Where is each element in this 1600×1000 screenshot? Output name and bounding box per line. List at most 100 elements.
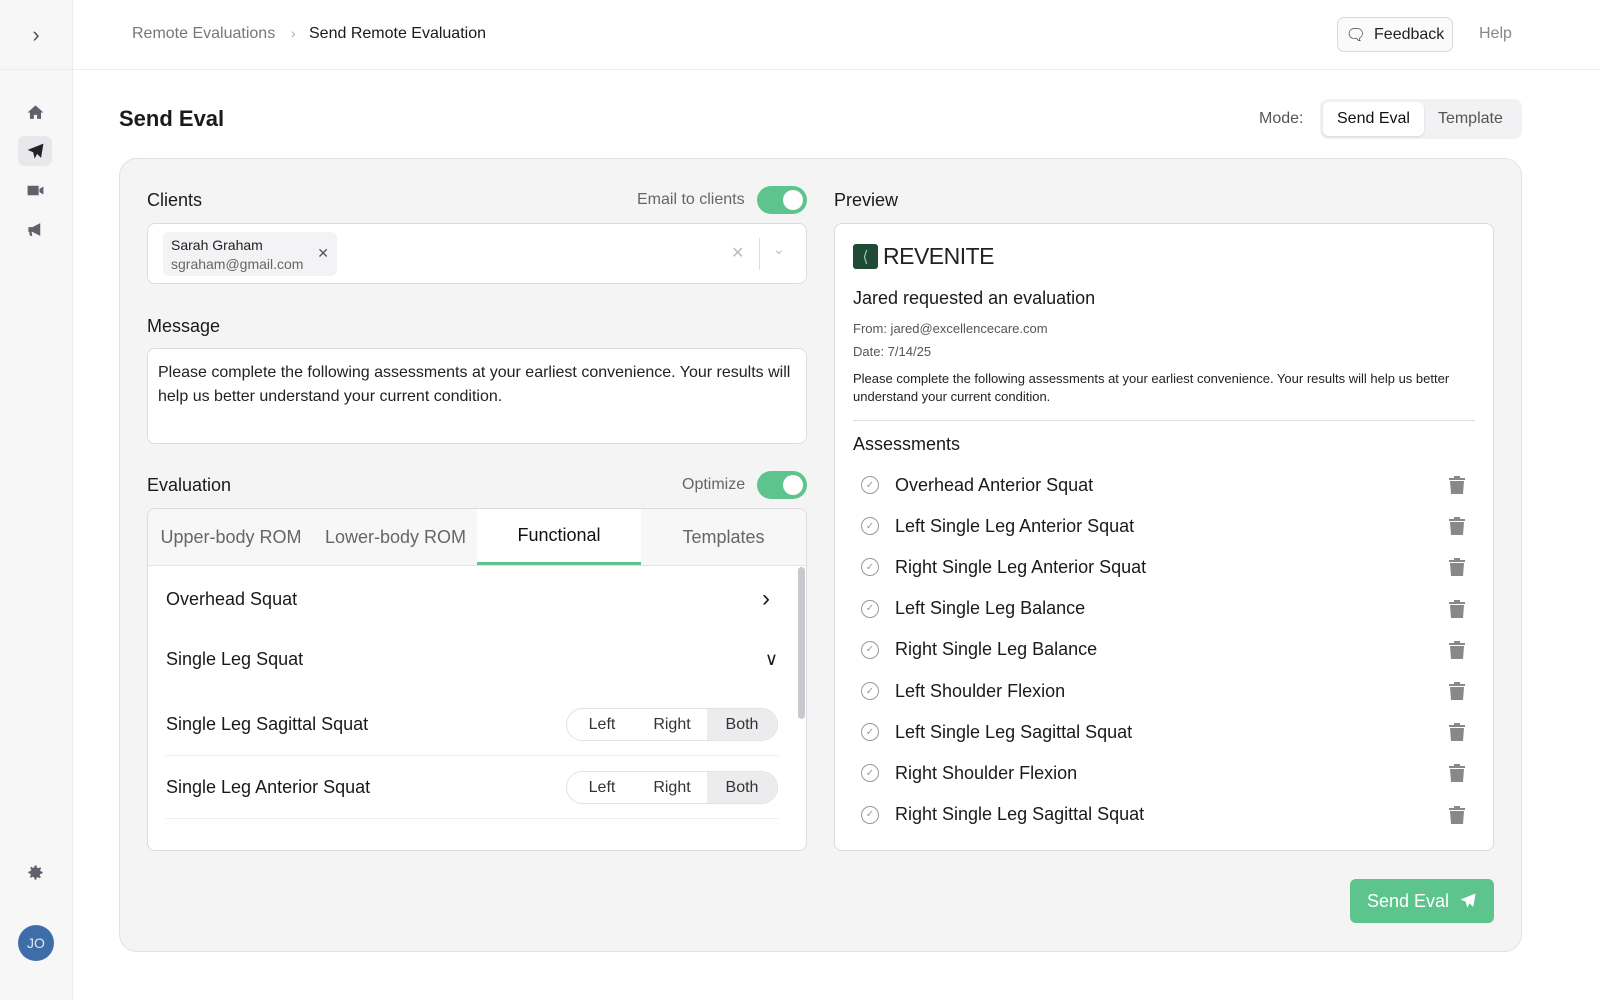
option-left[interactable]: Left [567,709,637,740]
send-icon [26,142,45,161]
check-circle-icon: ✓ [861,600,879,618]
check-circle-icon: ✓ [861,476,879,494]
option-both[interactable]: Both [707,772,777,803]
optimize-label: Optimize [682,476,745,494]
avatar[interactable]: JO [18,925,54,961]
logo-icon: ⟨ [853,244,878,269]
settings-button[interactable] [18,857,52,887]
client-name: Sarah Graham [171,237,329,253]
assessment-label: Left Single Leg Sagittal Squat [895,722,1449,743]
check-circle-icon: ✓ [861,806,879,824]
home-icon [26,103,45,122]
option-right[interactable]: Right [637,772,707,803]
tab-functional[interactable]: Functional [477,509,641,565]
clients-label: Clients [147,190,202,211]
evaluation-label: Evaluation [147,475,231,496]
trash-icon[interactable] [1449,764,1465,782]
option-left[interactable]: Left [567,772,637,803]
check-circle-icon: ✓ [861,764,879,782]
video-icon [26,181,45,200]
item-label: Single Leg Anterior Squat [166,777,370,798]
option-both[interactable]: Both [707,709,777,740]
evaluation-panel: Upper-body ROM Lower-body ROM Functional… [147,508,807,851]
preview-title: Jared requested an evaluation [853,288,1095,309]
trash-icon[interactable] [1449,476,1465,494]
assessment-item: ✓ Right Shoulder Flexion [861,761,1465,785]
message-label: Message [147,316,220,337]
email-to-clients-toggle[interactable] [757,186,807,214]
brand-name: REVENITE [883,243,994,270]
email-toggle-label: Email to clients [637,191,745,209]
group-overhead-squat[interactable]: Overhead Squat› [166,585,778,613]
assessment-item: ✓ Left Single Leg Balance [861,597,1465,621]
chat-icon: 🗨 [1346,25,1366,45]
gear-icon [26,863,45,882]
breadcrumb-parent[interactable]: Remote Evaluations [132,25,275,43]
assessment-label: Overhead Anterior Squat [895,475,1449,496]
preview-from: From: jared@excellencecare.com [853,321,1048,336]
send-eval-card: Clients Email to clients Sarah Graham sg… [119,158,1522,952]
assessment-item: ✓Left Single Leg Anterior Squat [861,514,1465,538]
clear-icon[interactable]: ✕ [731,243,744,263]
breadcrumb-separator-icon: › [291,25,296,41]
assessments-heading: Assessments [853,434,960,455]
feedback-label: Feedback [1374,26,1444,44]
assessment-item: ✓ Overhead Anterior Squat [861,473,1465,497]
sidebar-item-video[interactable] [18,175,52,205]
send-eval-button[interactable]: Send Eval [1350,879,1494,923]
chevron-down-icon[interactable]: ⌄ [773,241,785,258]
assessment-label: Right Single Leg Sagittal Squat [895,804,1449,825]
assessment-item: ✓Right Single Leg Balance [861,638,1465,662]
page-title: Send Eval [119,106,224,132]
sidebar-item-announcements[interactable] [18,214,52,244]
message-textarea[interactable]: Please complete the following assessment… [147,348,807,444]
group-single-leg-squat[interactable]: Single Leg Squat ∨ [166,649,778,670]
side-selector: LeftRightBoth [566,771,778,804]
chevron-down-icon: ∨ [765,649,778,670]
item-single-leg-anterior-squat: Single Leg Anterior Squat LeftRightBoth [166,771,778,819]
mode-send-eval[interactable]: Send Eval [1323,102,1424,136]
chevron-right-icon: › [32,22,39,48]
assessment-label: Left Single Leg Anterior Squat [895,516,1449,537]
mode-template[interactable]: Template [1424,102,1517,136]
feedback-button[interactable]: 🗨 Feedback [1337,17,1453,52]
optimize-toggle[interactable] [757,471,807,499]
preview-message: Please complete the following assessment… [853,370,1478,406]
assessment-item: ✓Left Single Leg Sagittal Squat [861,720,1465,744]
expand-sidebar-button[interactable]: › [0,0,72,70]
trash-icon[interactable] [1449,558,1465,576]
scrollbar[interactable] [798,567,805,719]
remove-client-icon[interactable]: ✕ [317,245,329,262]
trash-icon[interactable] [1449,723,1465,741]
trash-icon[interactable] [1449,682,1465,700]
check-circle-icon: ✓ [861,641,879,659]
trash-icon[interactable] [1449,641,1465,659]
help-link[interactable]: Help [1479,25,1512,43]
sidebar-item-send[interactable] [18,136,52,166]
client-chip: Sarah Graham sgraham@gmail.com ✕ [163,232,337,276]
item-label: Single Leg Sagittal Squat [166,714,368,735]
trash-icon[interactable] [1449,806,1465,824]
assessment-label: Right Shoulder Flexion [895,763,1449,784]
sidebar: › JO [0,0,73,1000]
option-right[interactable]: Right [637,709,707,740]
preview-date: Date: 7/14/25 [853,344,931,359]
group-label: Overhead Squat [166,589,297,610]
side-selector: LeftRightBoth [566,708,778,741]
assessment-label: Left Single Leg Balance [895,598,1449,619]
divider [853,420,1475,421]
clients-select[interactable]: Sarah Graham sgraham@gmail.com ✕ ✕ ⌄ [147,223,807,284]
tab-upper-body-rom[interactable]: Upper-body ROM [148,509,314,565]
tab-lower-body-rom[interactable]: Lower-body ROM [314,509,477,565]
trash-icon[interactable] [1449,600,1465,618]
evaluation-tabs: Upper-body ROM Lower-body ROM Functional… [148,509,806,566]
send-icon [1459,892,1477,910]
sidebar-item-home[interactable] [18,97,52,127]
trash-icon[interactable] [1449,517,1465,535]
check-circle-icon: ✓ [861,558,879,576]
mode-toggle: Send Eval Template [1320,99,1522,139]
revenite-logo: ⟨ REVENITE [853,243,994,270]
email-preview: ⟨ REVENITE Jared requested an evaluation… [834,223,1494,851]
tab-templates[interactable]: Templates [641,509,806,565]
group-label: Single Leg Squat [166,649,303,670]
